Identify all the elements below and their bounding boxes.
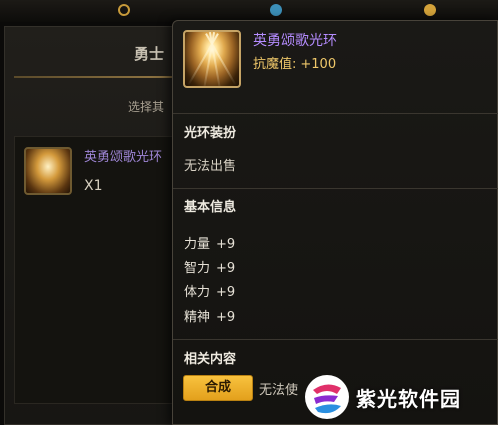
attribute-name: 精神 <box>184 310 211 325</box>
panel-subtitle: 选择其 <box>128 100 165 114</box>
attribute-value: +9 <box>216 310 236 325</box>
watermark-text: 紫光软件园 <box>356 387 461 411</box>
attribute-row: 智力 +9 <box>184 257 235 276</box>
item-stat: 抗魔值: +100 <box>253 53 336 72</box>
related-header: 相关内容 <box>184 352 237 367</box>
attribute-name: 智力 <box>184 261 211 276</box>
attribute-name: 体力 <box>184 285 211 300</box>
coin-icon <box>424 4 436 16</box>
stat-value: +100 <box>300 57 337 72</box>
top-bar <box>0 0 498 22</box>
compose-button[interactable]: 合成 <box>183 375 253 401</box>
panel-title: 勇士 <box>134 45 165 63</box>
divider <box>173 113 498 114</box>
item-tooltip: 英勇颂歌光环 抗魔值: +100 光环装扮 无法出售 基本信息 力量 +9 智力 +9… <box>172 20 498 425</box>
attribute-row: 精神 +9 <box>184 306 235 325</box>
halo-icon <box>183 30 241 88</box>
divider <box>173 339 498 340</box>
trade-note: 无法出售 <box>184 159 237 174</box>
list-item-count: X1 <box>84 178 103 194</box>
attribute-value: +9 <box>216 261 236 276</box>
attribute-value: +9 <box>216 237 236 252</box>
basic-info-header: 基本信息 <box>184 200 237 215</box>
attribute-value: +9 <box>216 285 236 300</box>
attribute-name: 力量 <box>184 237 211 252</box>
item-name: 英勇颂歌光环 <box>253 33 337 49</box>
compose-note: 无法使 <box>259 383 299 398</box>
halo-item-icon[interactable] <box>24 147 72 195</box>
currency-icon <box>118 4 130 16</box>
attribute-row: 力量 +9 <box>184 233 235 252</box>
game-screen: 勇士 选择其 英勇颂歌光环 X1 英勇颂歌光环 抗魔值: +100 光环装扮 无法… <box>0 0 498 425</box>
divider <box>173 188 498 189</box>
zg-logo-icon <box>305 375 349 419</box>
watermark: 紫光软件园 <box>304 372 494 422</box>
list-item-name[interactable]: 英勇颂歌光环 <box>84 146 162 165</box>
gem-icon <box>270 4 282 16</box>
type-header: 光环装扮 <box>184 126 237 141</box>
attribute-row: 体力 +9 <box>184 281 235 300</box>
stat-label: 抗魔值: <box>253 57 297 72</box>
